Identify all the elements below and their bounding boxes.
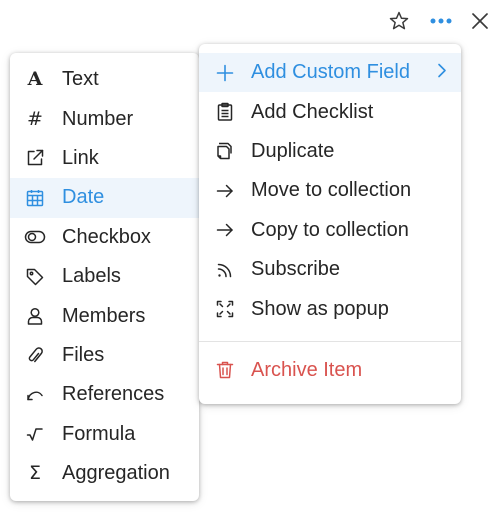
field-type-formula[interactable]: Formula (10, 415, 199, 454)
user-icon (23, 304, 47, 328)
checklist-icon (213, 100, 237, 124)
field-type-label: Checkbox (62, 225, 151, 248)
hash-icon: # (27, 107, 43, 130)
field-type-label: Formula (62, 422, 136, 445)
duplicate-icon (213, 139, 237, 163)
field-type-label: Text (62, 68, 99, 91)
field-type-number[interactable]: # Number (10, 99, 199, 138)
trash-icon (213, 358, 237, 382)
move-to-collection-item[interactable]: Move to collection (199, 171, 461, 210)
add-custom-field-item[interactable]: Add Custom Field (199, 53, 461, 93)
tag-icon (23, 265, 47, 289)
expand-icon (213, 297, 237, 321)
app-root: A Text # Number Link Date Checkbox Label… (0, 0, 500, 512)
arrow-right-icon (213, 218, 237, 242)
calendar-icon (23, 186, 47, 210)
item-actions-menu: Add Custom Field Add Checklist Duplicate… (199, 44, 461, 404)
field-type-link[interactable]: Link (10, 139, 199, 178)
action-label: Duplicate (251, 139, 335, 162)
toggle-icon (23, 225, 47, 249)
field-type-date[interactable]: Date (10, 178, 199, 218)
field-type-files[interactable]: Files (10, 336, 199, 375)
action-label: Add Custom Field (251, 61, 410, 84)
archive-item-button[interactable]: Archive Item (199, 351, 461, 390)
action-label: Copy to collection (251, 218, 409, 241)
close-icon[interactable] (467, 8, 493, 34)
add-checklist-item[interactable]: Add Checklist (199, 92, 461, 131)
show-as-popup-item[interactable]: Show as popup (199, 289, 461, 328)
field-type-checkbox[interactable]: Checkbox (10, 218, 199, 257)
field-type-label: Date (62, 186, 105, 209)
menu-divider (199, 340, 461, 342)
sigma-icon: Σ (28, 462, 41, 485)
duplicate-item[interactable]: Duplicate (199, 132, 461, 171)
field-type-menu: A Text # Number Link Date Checkbox Label… (10, 53, 199, 501)
action-label: Add Checklist (251, 100, 374, 123)
field-type-label: Aggregation (62, 462, 170, 485)
arrow-right-icon (213, 179, 237, 203)
field-type-label: Members (62, 304, 146, 327)
action-label: Move to collection (251, 179, 412, 202)
subscribe-item[interactable]: Subscribe (199, 250, 461, 289)
more-horizontal-icon[interactable] (428, 8, 454, 34)
field-type-labels[interactable]: Labels (10, 257, 199, 296)
text-type-icon: A (27, 68, 43, 91)
field-type-label: Labels (62, 265, 121, 288)
rss-icon (213, 258, 237, 282)
action-label: Archive Item (251, 358, 363, 381)
action-label: Subscribe (251, 258, 340, 281)
field-type-aggregation[interactable]: Σ Aggregation (10, 454, 199, 493)
field-type-label: Link (62, 146, 99, 169)
star-icon[interactable] (386, 8, 412, 34)
external-link-icon (23, 146, 47, 170)
plus-icon (213, 61, 237, 85)
field-type-text[interactable]: A Text (10, 60, 199, 99)
square-root-icon (23, 422, 47, 446)
copy-to-collection-item[interactable]: Copy to collection (199, 211, 461, 250)
reference-icon (23, 383, 47, 407)
field-type-label: References (62, 383, 165, 406)
paperclip-icon (23, 343, 47, 367)
chevron-right-icon (437, 61, 447, 84)
field-type-label: Number (62, 107, 134, 130)
field-type-members[interactable]: Members (10, 296, 199, 335)
field-type-label: Files (62, 343, 105, 366)
action-label: Show as popup (251, 297, 389, 320)
field-type-references[interactable]: References (10, 375, 199, 414)
